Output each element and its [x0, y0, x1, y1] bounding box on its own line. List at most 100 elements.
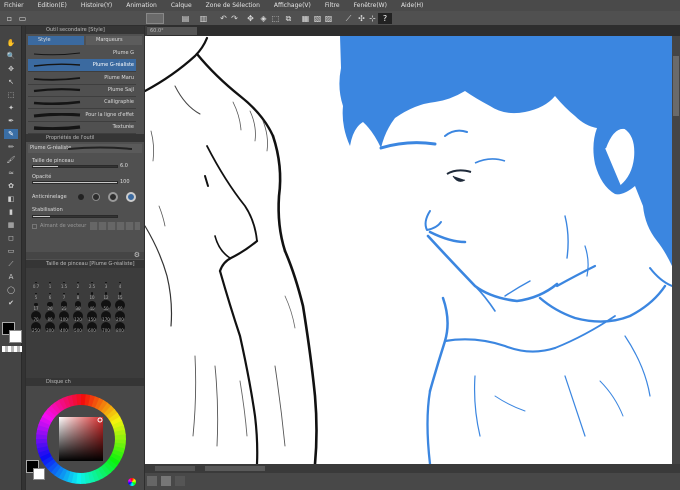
- vertical-scrollbar[interactable]: [672, 36, 680, 464]
- brush-size-cell[interactable]: 600: [85, 321, 99, 333]
- opacity-slider[interactable]: [32, 181, 118, 184]
- save-icon[interactable]: [146, 13, 164, 24]
- correct-line-icon[interactable]: ✔: [4, 298, 18, 308]
- select-icon[interactable]: ✥: [245, 13, 256, 24]
- shape-icon[interactable]: ◻: [4, 233, 18, 243]
- grid-snap-icon[interactable]: ⊹: [367, 13, 378, 24]
- move-icon[interactable]: ✥: [4, 64, 18, 74]
- zoom-readout[interactable]: [155, 466, 195, 471]
- clear-icon[interactable]: ↶: [218, 13, 229, 24]
- undo-icon[interactable]: ▤: [180, 13, 191, 24]
- menu-item[interactable]: Aide(H): [401, 2, 423, 9]
- tab-marqueurs[interactable]: Marqueurs: [86, 36, 142, 45]
- menu-item[interactable]: Animation: [126, 2, 157, 9]
- pencil-icon[interactable]: ✏: [4, 142, 18, 152]
- menu-item[interactable]: Edition(E): [38, 2, 67, 9]
- brush-item[interactable]: Calligraphie: [28, 96, 136, 110]
- auto-select-icon[interactable]: ✦: [4, 103, 18, 113]
- brush-size-cell[interactable]: 5: [29, 288, 43, 300]
- vector-options[interactable]: [90, 222, 140, 230]
- transparent-color-chip[interactable]: [2, 346, 22, 352]
- menu-item[interactable]: Filtre: [325, 2, 340, 9]
- selection-icon[interactable]: ⬚: [4, 90, 18, 100]
- color-select-icon[interactable]: ▨: [323, 13, 334, 24]
- menu-item[interactable]: Fichier: [4, 2, 24, 9]
- brush-size-cell[interactable]: 2: [71, 277, 85, 289]
- layer-thumb-icon[interactable]: [147, 476, 157, 486]
- menu-item[interactable]: Calque: [171, 2, 192, 9]
- transform-icon[interactable]: ↷: [229, 13, 240, 24]
- brush-size-cell[interactable]: 60: [113, 299, 127, 311]
- scroll-thumb[interactable]: [673, 56, 679, 116]
- brush-size-cell[interactable]: 170: [99, 310, 113, 322]
- brush-size-cell[interactable]: 150: [85, 310, 99, 322]
- brush-size-cell[interactable]: 700: [99, 321, 113, 333]
- brush-size-cell[interactable]: 80: [43, 310, 57, 322]
- brush-size-cell[interactable]: 0.7: [29, 277, 43, 289]
- antialias-weak[interactable]: [92, 193, 100, 201]
- brush-size-cell[interactable]: 1.5: [57, 277, 71, 289]
- brush-item[interactable]: Plume Maru: [28, 72, 136, 85]
- layer-thumb-icon[interactable]: [175, 476, 185, 486]
- brush-size-cell[interactable]: 300: [43, 321, 57, 333]
- brush-item[interactable]: Plume Sajl: [28, 84, 136, 97]
- crop-icon[interactable]: ⬚: [270, 13, 281, 24]
- color-wheel[interactable]: [36, 394, 126, 484]
- brush-size-cell[interactable]: 6: [43, 288, 57, 300]
- airbrush-icon[interactable]: ≈: [4, 168, 18, 178]
- brush-size-cell[interactable]: 500: [71, 321, 85, 333]
- brush-size-cell[interactable]: 15: [113, 288, 127, 300]
- text-icon[interactable]: A: [4, 272, 18, 282]
- zoom-icon[interactable]: 🔍: [4, 51, 18, 61]
- color-wheel-tab-icon[interactable]: [128, 478, 136, 486]
- panel-sub-color-chip[interactable]: [33, 468, 45, 480]
- antialias-none[interactable]: [78, 194, 84, 200]
- pen-icon[interactable]: ✎: [4, 129, 18, 139]
- brush-item[interactable]: Pour la ligne d'effet: [28, 109, 136, 122]
- eraser-icon[interactable]: ◧: [4, 194, 18, 204]
- brush-size-cell[interactable]: 7: [57, 288, 71, 300]
- menu-item[interactable]: Histoire(Y): [81, 2, 112, 9]
- brush-size-cell[interactable]: 200: [113, 310, 127, 322]
- brush-size-cell[interactable]: 50: [99, 299, 113, 311]
- help-icon[interactable]: ?: [378, 13, 392, 24]
- canvas-viewport[interactable]: [145, 36, 672, 464]
- stabilization-slider[interactable]: [32, 215, 118, 218]
- brush-size-cell[interactable]: 8: [71, 288, 85, 300]
- eyedropper-icon[interactable]: ✒: [4, 116, 18, 126]
- operation-icon[interactable]: ↖: [4, 77, 18, 87]
- brush-size-cell[interactable]: 120: [71, 310, 85, 322]
- layer-thumb-icon[interactable]: [161, 476, 171, 486]
- fill-icon[interactable]: ▮: [4, 207, 18, 217]
- brush-size-cell[interactable]: 800: [113, 321, 127, 333]
- frame-icon[interactable]: ▭: [4, 246, 18, 256]
- scale-icon[interactable]: ⧉: [283, 13, 294, 24]
- brush-item[interactable]: Texturée: [28, 121, 136, 134]
- brush-size-cell[interactable]: 10: [85, 288, 99, 300]
- ruler-icon[interactable]: ⟋: [4, 259, 18, 269]
- vector-checkbox[interactable]: [32, 224, 37, 229]
- gradient-icon[interactable]: ▦: [4, 220, 18, 230]
- brush-size-cell[interactable]: 70: [29, 310, 43, 322]
- ruler-snap-icon[interactable]: ⟋: [343, 13, 354, 24]
- brush-item[interactable]: Plume G-réaliste: [28, 59, 136, 73]
- antialias-medium[interactable]: [108, 192, 118, 202]
- brush-size-cell[interactable]: 17: [29, 299, 43, 311]
- brush-size-cell[interactable]: 30: [71, 299, 85, 311]
- document-tab[interactable]: 60.0°: [147, 27, 197, 35]
- size-slider[interactable]: [32, 165, 118, 168]
- antialias-strong[interactable]: [126, 192, 136, 202]
- brush-size-cell[interactable]: 20: [43, 299, 57, 311]
- deselect-icon[interactable]: ◈: [258, 13, 269, 24]
- zoom-slider[interactable]: [205, 466, 265, 471]
- brush-size-cell[interactable]: 4: [113, 277, 127, 289]
- brush-size-cell[interactable]: 3: [99, 277, 113, 289]
- brush-size-cell[interactable]: 100: [57, 310, 71, 322]
- decoration-icon[interactable]: ✿: [4, 181, 18, 191]
- brush-size-cell[interactable]: 1: [43, 277, 57, 289]
- brush-item[interactable]: Plume G: [28, 47, 136, 60]
- balloon-icon[interactable]: ◯: [4, 285, 18, 295]
- menu-item[interactable]: Affichage(V): [274, 2, 311, 9]
- stroke-selection-icon[interactable]: ▧: [312, 13, 323, 24]
- brush-size-cell[interactable]: 25: [57, 299, 71, 311]
